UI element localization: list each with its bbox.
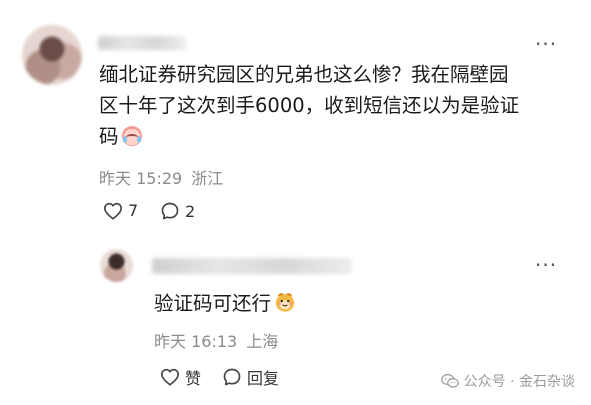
comment-line-1: 缅北证券研究园区的兄弟也这么惨？我在隔壁园 <box>99 63 509 86</box>
like-button[interactable]: 7 <box>103 201 138 220</box>
smiling-bear-face-icon <box>275 292 295 312</box>
wechat-logo-icon <box>440 374 459 388</box>
comment-bubble-icon <box>223 368 241 386</box>
more-options-icon[interactable]: ··· <box>535 34 557 54</box>
comment-location: 浙江 <box>191 169 224 188</box>
reply-reply-label: 回复 <box>247 369 280 388</box>
watermark: 公众号 · 金石杂谈 <box>440 371 575 391</box>
reply-avatar[interactable] <box>100 249 133 282</box>
reply-meta: 昨天 16:13 上海 <box>154 328 278 352</box>
comment-line-2: 区十年了这次到手6000，收到短信还以为是验证 <box>99 94 520 117</box>
reply-time: 昨天 16:13 <box>154 332 238 351</box>
reply-username-blurred[interactable] <box>152 258 352 274</box>
reply-location: 上海 <box>246 332 279 351</box>
username-blurred[interactable] <box>98 36 186 50</box>
comment-text: 缅北证券研究园区的兄弟也这么惨？我在隔壁园 区十年了这次到手6000，收到短信还… <box>99 59 569 152</box>
comment-bubble-icon <box>161 202 179 220</box>
reply-like-label: 赞 <box>185 369 202 388</box>
heart-icon <box>160 368 180 386</box>
watermark-text: 公众号 · 金石杂谈 <box>463 374 575 390</box>
crying-face-icon <box>121 126 142 146</box>
reply-reply-button[interactable]: 回复 <box>222 365 279 389</box>
comment-meta: 昨天 15:29 浙江 <box>99 165 223 189</box>
reply-more-options-icon[interactable]: ··· <box>535 255 557 275</box>
reply-count: 2 <box>185 201 196 221</box>
reply-text: 验证码可还行 <box>154 287 296 316</box>
avatar[interactable] <box>22 25 82 85</box>
reply-like-button[interactable]: 赞 <box>160 365 201 389</box>
like-count: 7 <box>128 201 139 220</box>
reply-text-content: 验证码可还行 <box>154 292 272 315</box>
heart-icon <box>103 202 123 220</box>
comment-time: 昨天 15:29 <box>99 169 183 188</box>
reply-count-button[interactable]: 2 <box>160 201 195 221</box>
comment-line-3: 码 <box>99 125 119 148</box>
